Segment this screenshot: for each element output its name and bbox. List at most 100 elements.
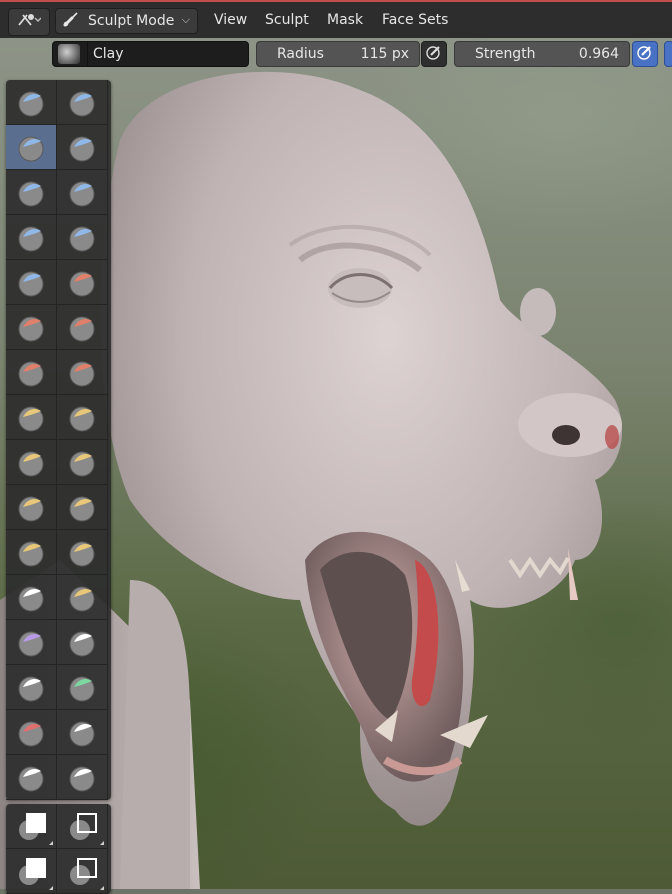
tool-layer[interactable] bbox=[57, 170, 108, 215]
tool-flatten[interactable] bbox=[6, 305, 57, 350]
tool-mask[interactable] bbox=[6, 665, 57, 710]
simplify-brush-icon bbox=[66, 626, 98, 658]
inflate-brush-icon bbox=[15, 221, 47, 253]
grab-brush-icon bbox=[66, 401, 98, 433]
tool-smooth[interactable] bbox=[57, 260, 108, 305]
sculpt-editor-icon bbox=[17, 11, 42, 33]
tool-box-face-set[interactable] bbox=[6, 849, 57, 894]
submenu-indicator-icon bbox=[49, 841, 53, 845]
tool-cloth[interactable] bbox=[6, 620, 57, 665]
tool-draw-sharp[interactable] bbox=[57, 80, 108, 125]
crease-brush-icon bbox=[15, 266, 47, 298]
tool-fill[interactable] bbox=[57, 305, 108, 350]
pen-pressure-icon bbox=[425, 43, 443, 65]
tool-snake-hook[interactable] bbox=[57, 440, 108, 485]
tool-draw[interactable] bbox=[6, 80, 57, 125]
tool-boundary[interactable] bbox=[57, 575, 108, 620]
thumb-brush-icon bbox=[15, 491, 47, 523]
tool-clay-thumb[interactable] bbox=[6, 170, 57, 215]
snake-hook-brush-icon bbox=[66, 446, 98, 478]
tool-grab[interactable] bbox=[57, 395, 108, 440]
tool-elastic-deform[interactable] bbox=[6, 440, 57, 485]
multires-displacement-smear-brush-icon bbox=[66, 716, 98, 748]
header-bar: Sculpt Mode ⌵ View Sculpt Mask Face Sets bbox=[0, 0, 672, 38]
smear-brush-icon bbox=[66, 761, 98, 793]
tool-nudge[interactable] bbox=[6, 530, 57, 575]
tool-multires-displacement-smear[interactable] bbox=[57, 710, 108, 755]
strength-value: 0.964 bbox=[578, 46, 619, 62]
brush-selector[interactable]: Clay bbox=[52, 41, 249, 67]
slide-relax-brush-icon bbox=[15, 581, 47, 613]
tool-scrape[interactable] bbox=[6, 350, 57, 395]
tool-box-hide[interactable] bbox=[57, 804, 108, 849]
flatten-brush-icon bbox=[15, 311, 47, 343]
multires-displacement-eraser-brush-icon bbox=[15, 716, 47, 748]
tool-clay-strips[interactable] bbox=[57, 125, 108, 170]
fill-brush-icon bbox=[66, 311, 98, 343]
radius-field[interactable]: Radius 115 px bbox=[256, 41, 420, 67]
mask-brush-icon bbox=[15, 671, 47, 703]
tool-clay[interactable] bbox=[6, 125, 57, 170]
draw-brush-icon bbox=[15, 86, 47, 118]
separator bbox=[87, 42, 88, 66]
nudge-brush-icon bbox=[15, 536, 47, 568]
submenu-indicator-icon bbox=[100, 841, 104, 845]
menu-sculpt[interactable]: Sculpt bbox=[265, 12, 309, 28]
tool-paint[interactable] bbox=[6, 755, 57, 800]
pose-brush-icon bbox=[66, 491, 98, 523]
strength-field[interactable]: Strength 0.964 bbox=[454, 41, 630, 67]
box-face-set-icon bbox=[15, 855, 47, 887]
draw-face-sets-brush-icon bbox=[66, 671, 98, 703]
tool-box-mask[interactable] bbox=[6, 804, 57, 849]
tool-inflate[interactable] bbox=[6, 215, 57, 260]
layer-brush-icon bbox=[66, 176, 98, 208]
tool-box-trim[interactable] bbox=[57, 849, 108, 894]
submenu-indicator-icon bbox=[100, 886, 104, 890]
tool-smear[interactable] bbox=[57, 755, 108, 800]
box-hide-icon bbox=[66, 810, 98, 842]
utility-tools bbox=[6, 804, 111, 894]
tool-pose[interactable] bbox=[57, 485, 108, 530]
strength-pressure-toggle[interactable] bbox=[632, 41, 658, 67]
tool-crease[interactable] bbox=[6, 260, 57, 305]
brush-icon bbox=[62, 10, 80, 32]
menu-view[interactable]: View bbox=[214, 12, 247, 28]
tool-multires-displacement-eraser[interactable] bbox=[6, 710, 57, 755]
tool-multiplane-scrape[interactable] bbox=[57, 350, 108, 395]
mode-dropdown[interactable]: Sculpt Mode ⌵ bbox=[55, 8, 198, 34]
menu-face-sets[interactable]: Face Sets bbox=[382, 12, 448, 28]
cloth-brush-icon bbox=[15, 626, 47, 658]
pinch-brush-icon bbox=[15, 401, 47, 433]
mode-label: Sculpt Mode bbox=[88, 13, 175, 29]
tool-slide-relax[interactable] bbox=[6, 575, 57, 620]
tool-thumb[interactable] bbox=[6, 485, 57, 530]
tool-blob[interactable] bbox=[57, 215, 108, 260]
multiplane-scrape-brush-icon bbox=[66, 356, 98, 388]
tool-rotate[interactable] bbox=[57, 530, 108, 575]
boundary-brush-icon bbox=[66, 581, 98, 613]
tool-draw-face-sets[interactable] bbox=[57, 665, 108, 710]
strength-label: Strength bbox=[475, 46, 536, 62]
scrape-brush-icon bbox=[15, 356, 47, 388]
paint-brush-icon bbox=[15, 761, 47, 793]
chevron-down-icon: ⌵ bbox=[181, 13, 190, 26]
box-mask-icon bbox=[15, 810, 47, 842]
radius-pressure-toggle[interactable] bbox=[421, 41, 447, 67]
toolbox bbox=[6, 80, 111, 894]
rotate-brush-icon bbox=[66, 536, 98, 568]
editor-type-button[interactable] bbox=[8, 8, 50, 36]
brush-name: Clay bbox=[93, 46, 124, 62]
direction-toggle[interactable] bbox=[664, 41, 672, 67]
elastic-deform-brush-icon bbox=[15, 446, 47, 478]
box-trim-icon bbox=[66, 855, 98, 887]
submenu-indicator-icon bbox=[49, 886, 53, 890]
clay-thumb-brush-icon bbox=[15, 176, 47, 208]
tool-simplify[interactable] bbox=[57, 620, 108, 665]
menu-mask[interactable]: Mask bbox=[327, 12, 363, 28]
clay-brush-icon bbox=[15, 131, 47, 163]
brush-tools bbox=[6, 80, 111, 800]
tool-pinch[interactable] bbox=[6, 395, 57, 440]
brush-preview-icon bbox=[58, 44, 80, 64]
blob-brush-icon bbox=[66, 221, 98, 253]
pen-pressure-icon bbox=[636, 43, 654, 65]
